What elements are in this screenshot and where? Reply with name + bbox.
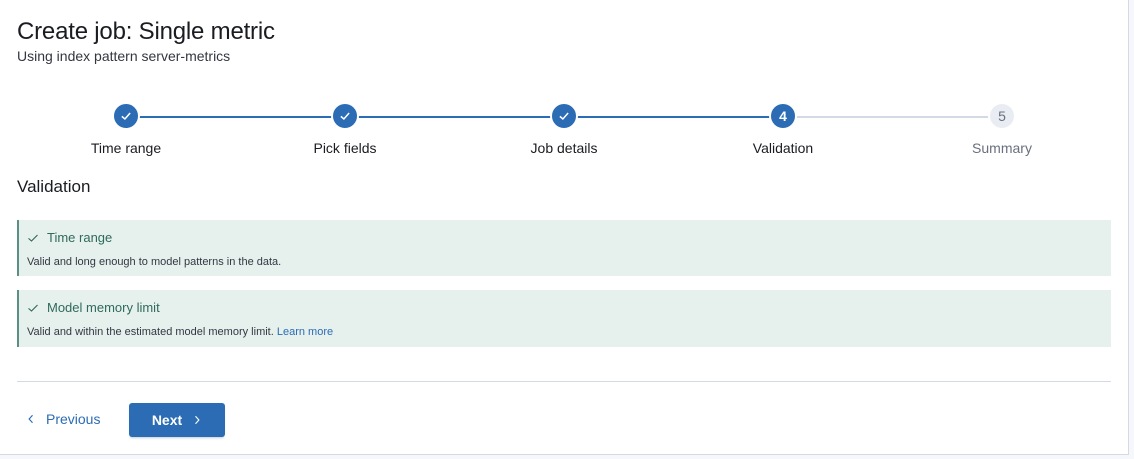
step-label: Validation (752, 140, 814, 156)
page-title: Create job: Single metric (17, 18, 275, 45)
callout-title: Model memory limit (27, 300, 1101, 316)
page-subtitle: Using index pattern server-metrics (17, 48, 231, 64)
job-wizard-panel: Create job: Single metric Using index pa… (0, 0, 1129, 455)
step-number: 4 (769, 102, 797, 130)
callout-body-text: Valid and within the estimated model mem… (27, 326, 277, 338)
check-icon (340, 112, 350, 121)
learn-more-link[interactable]: Learn more (277, 326, 333, 338)
previous-button-label: Previous (46, 411, 101, 427)
step-number: 5 (988, 102, 1016, 130)
step-summary[interactable]: 5 Summary (893, 102, 1111, 157)
next-button-label: Next (151, 412, 183, 428)
check-icon (28, 234, 38, 242)
chevron-left-icon (28, 414, 33, 424)
step-label: Job details (530, 140, 598, 156)
previous-button[interactable]: Previous (20, 403, 106, 435)
step-pick-fields[interactable]: Pick fields (236, 102, 454, 157)
step-time-range[interactable]: Time range (17, 102, 235, 157)
step-label: Pick fields (313, 140, 377, 156)
next-button[interactable]: Next (129, 403, 225, 437)
step-validation[interactable]: 4 Validation (674, 102, 892, 157)
step-complete-indicator (112, 102, 140, 130)
callout-title-text: Model memory limit (47, 300, 160, 315)
step-label: Summary (972, 140, 1032, 156)
footer-divider (17, 381, 1111, 382)
step-job-details[interactable]: Job details (455, 102, 673, 157)
callout-body: Valid and long enough to model patterns … (27, 256, 282, 268)
check-icon (559, 112, 569, 121)
check-icon (121, 112, 131, 121)
step-complete-indicator (550, 102, 578, 130)
callout-title: Time range (27, 230, 1101, 246)
wizard-stepper: Time range Pick fields Job details 4 Val… (17, 102, 1111, 162)
validation-callout-time-range: Time range Valid and long enough to mode… (17, 220, 1111, 276)
callout-body: Valid and within the estimated model mem… (27, 325, 1101, 339)
step-complete-indicator (331, 102, 359, 130)
callout-title-text: Time range (47, 230, 113, 245)
check-icon (28, 304, 38, 312)
validation-callout-model-memory: Model memory limit Valid and within the … (17, 290, 1111, 347)
step-label: Time range (90, 140, 162, 156)
chevron-right-icon (195, 415, 200, 425)
section-title: Validation (17, 177, 91, 196)
